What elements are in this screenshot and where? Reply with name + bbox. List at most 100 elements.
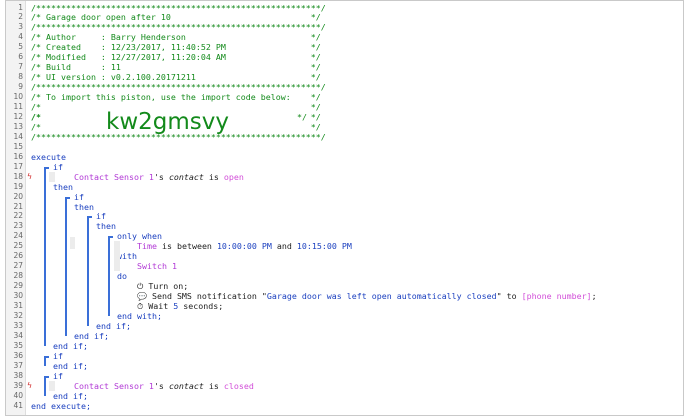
code-line: then <box>74 202 94 212</box>
line-number: 24 <box>13 231 23 241</box>
chat-icon: 💬 <box>137 292 147 302</box>
code-line: Contact Sensor 1's contact is closed <box>74 381 254 391</box>
comment-text: /* */ <box>31 121 321 132</box>
comment-line: /* Build : 11 */ <box>31 62 321 72</box>
comment-line: /***************************************… <box>31 82 326 92</box>
block-bracket <box>65 196 67 336</box>
keyword-then: then <box>53 181 73 192</box>
line-number: 10 <box>13 92 23 102</box>
comment-text: /***************************************… <box>31 22 326 33</box>
keyword-end-if: end if; <box>53 340 88 351</box>
block-bracket-tick <box>44 355 49 358</box>
line-number: 28 <box>13 271 23 281</box>
line-number: 32 <box>13 310 23 320</box>
code-line: end if; <box>53 361 88 371</box>
line-number: 35 <box>13 340 23 350</box>
line-number: 16 <box>13 151 23 161</box>
block-bracket-tick <box>87 216 92 219</box>
comment-text: /* Build : 11 */ <box>31 62 321 73</box>
line-number: 23 <box>13 221 23 231</box>
action-line: ⏻ Turn on; <box>137 281 188 291</box>
line-number: 22 <box>13 211 23 221</box>
comment-line: /* To import this piston, use the import… <box>31 92 321 102</box>
keyword-end-if: end if; <box>53 390 88 401</box>
condition-marker-icon[interactable]: ϟ <box>26 172 33 182</box>
line-number-gutter: 1 2 3 4 5 6 7 8 9 10 11 12 13 14 15 16 17 18 19 20 21 22 23 24 2… <box>6 1 26 415</box>
block-bracket-tick <box>65 196 70 199</box>
comment-line: /* */ <box>31 122 321 132</box>
device-name: Switch 1 <box>137 261 177 272</box>
condition-value: closed <box>223 380 254 391</box>
code-token: is between <box>156 241 217 252</box>
keyword-end-if: end if; <box>53 360 88 371</box>
line-number: 26 <box>13 251 23 261</box>
keyword-then: then <box>96 221 116 232</box>
comment-line: /***************************************… <box>31 3 326 13</box>
line-number: 37 <box>13 360 23 370</box>
line-number: 4 <box>18 32 23 42</box>
code-line: if <box>53 351 63 361</box>
keyword-if: if <box>53 350 63 361</box>
time-value: 10:15:00 PM <box>296 241 352 252</box>
code-token: 's <box>153 380 169 391</box>
keyword-end-execute: end execute; <box>31 400 91 411</box>
code-line: end if; <box>53 391 88 401</box>
line-number: 25 <box>13 241 23 251</box>
code-line: Switch 1 <box>137 261 177 271</box>
line-number: 11 <box>13 102 23 111</box>
comment-line: /* Author : Barry Henderson */ <box>31 32 321 42</box>
code-line: if <box>53 162 63 172</box>
attribute-name: contact <box>168 380 204 391</box>
action-text: Turn on; <box>143 281 189 292</box>
block-bracket <box>87 216 89 326</box>
line-number: 7 <box>18 62 23 72</box>
code-line: only when <box>117 231 162 241</box>
message-string: Garage door was left open automatically … <box>266 291 497 302</box>
line-number: 21 <box>13 201 23 211</box>
keyword-do: do <box>117 271 127 282</box>
line-number: 1 <box>18 2 23 12</box>
block-bracket-tick <box>44 375 49 378</box>
line-number: 5 <box>18 42 23 52</box>
condition-marker-icon[interactable]: ϟ <box>26 381 33 391</box>
comment-line: /* Garage door open after 10 */ <box>31 12 321 22</box>
action-text: " to <box>496 291 522 302</box>
device-name: Contact Sensor 1 <box>74 171 154 182</box>
comment-text: /* UI version : v0.2.100.20171211 */ <box>31 72 321 83</box>
code-token: is <box>203 171 224 182</box>
block-bracket-tick <box>108 236 113 239</box>
code-token: is <box>203 380 224 391</box>
action-line: ⏱ Wait 5 seconds; <box>137 301 223 311</box>
comment-text: /* Created : 12/23/2017, 11:40:52 PM */ <box>31 42 321 53</box>
line-number: 3 <box>18 22 23 32</box>
code-line: end if; <box>96 321 131 331</box>
line-number: 33 <box>13 320 23 330</box>
keyword-if: if <box>96 211 106 222</box>
comment-line: /***************************************… <box>31 132 326 142</box>
comment-line: /* Modified : 12/27/2017, 11:20:04 AM */ <box>31 52 321 62</box>
block-bracket <box>44 375 46 396</box>
line-number: 31 <box>13 301 23 310</box>
comment-line-suffix: */ <box>297 112 307 122</box>
code-line: end execute; <box>31 401 91 411</box>
comment-text: /* Author : Barry Henderson */ <box>31 32 321 43</box>
line-number: 40 <box>13 390 23 400</box>
line-number: 19 <box>13 181 23 191</box>
attribute-name: contact <box>168 171 204 182</box>
action-text: Wait <box>143 301 174 311</box>
line-number: 30 <box>13 291 23 301</box>
keyword-then: then <box>74 201 94 212</box>
comment-text: /***************************************… <box>31 131 326 142</box>
code-line: if <box>53 371 63 381</box>
condition-shade <box>70 237 75 250</box>
keyword-if: if <box>53 370 63 381</box>
code-line-execute: execute <box>31 152 66 162</box>
code-line: end if; <box>74 331 109 341</box>
line-number: 41 <box>13 400 23 410</box>
line-number: 8 <box>18 72 23 82</box>
code-line: end if; <box>53 341 88 351</box>
line-number: 12 <box>13 111 23 121</box>
comment-text: /* <box>31 111 41 122</box>
code-line: if <box>96 211 106 221</box>
code-line: if <box>74 192 84 202</box>
